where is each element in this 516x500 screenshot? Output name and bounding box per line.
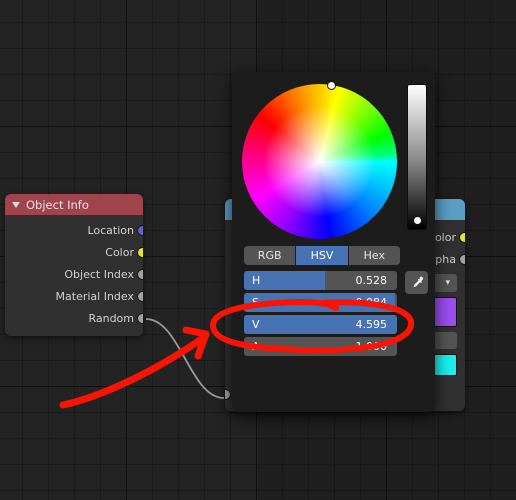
slider-v-label: V (252, 318, 260, 331)
slider-s-value: 0.984 (355, 296, 388, 309)
slider-a-label: A (252, 340, 260, 353)
color-picker-popup[interactable]: RGB HSV Hex H 0.528 S 0.984 V 4.595 A 1.… (232, 72, 435, 412)
slider-a[interactable]: A 1.000 (244, 337, 397, 356)
output-row-random[interactable]: Random (5, 307, 143, 329)
slider-a-value: 1.000 (355, 340, 388, 353)
node-editor-canvas: Col Color Alpha Constant ▾ (0, 0, 516, 500)
socket-fac[interactable] (225, 389, 231, 400)
socket-random[interactable] (137, 313, 143, 324)
socket-object-index[interactable] (137, 269, 143, 280)
socket-material-index[interactable] (137, 291, 143, 302)
output-label-object-index: Object Index (64, 267, 134, 281)
tab-rgb[interactable]: RGB (244, 246, 297, 265)
object-info-header[interactable]: Object Info (5, 194, 143, 215)
output-row-material-index[interactable]: Material Index (5, 285, 143, 307)
chevron-down-icon: ▾ (445, 278, 450, 288)
output-label-random: Random (88, 311, 134, 325)
output-row-location[interactable]: Location (5, 219, 143, 241)
slider-h-label: H (252, 274, 261, 287)
eyedropper-icon (412, 276, 423, 287)
object-info-title: Object Info (26, 197, 89, 212)
value-slider-handle[interactable] (413, 216, 422, 225)
value-slider[interactable] (407, 84, 427, 230)
object-info-body: Location Color Object Index Material Ind… (5, 215, 143, 336)
output-row-color[interactable]: Color (5, 241, 143, 263)
hsva-sliders: H 0.528 S 0.984 V 4.595 A 1.000 (244, 271, 397, 359)
triangle-down-icon[interactable] (12, 201, 20, 208)
output-label-color: Color (105, 245, 134, 259)
color-wheel-cursor[interactable] (327, 81, 336, 90)
output-row-object-index[interactable]: Object Index (5, 263, 143, 285)
socket-color[interactable] (459, 232, 465, 243)
slider-s[interactable]: S 0.984 (244, 293, 397, 312)
slider-h[interactable]: H 0.528 (244, 271, 397, 290)
slider-h-value: 0.528 (355, 274, 388, 287)
slider-v-value: 4.595 (355, 318, 388, 331)
slider-s-label: S (252, 296, 259, 309)
color-mode-tabs[interactable]: RGB HSV Hex (244, 246, 400, 265)
output-label-material-index: Material Index (55, 289, 134, 303)
tab-hex[interactable]: Hex (348, 246, 400, 265)
socket-location[interactable] (137, 225, 143, 236)
eyedropper-button[interactable] (405, 271, 428, 294)
slider-v[interactable]: V 4.595 (244, 315, 397, 334)
tab-hsv[interactable]: HSV (296, 246, 349, 265)
socket-alpha[interactable] (459, 254, 465, 265)
hsv-color-wheel[interactable] (242, 84, 397, 239)
output-label-location: Location (87, 223, 134, 237)
socket-color[interactable] (137, 247, 143, 258)
node-object-info[interactable]: Object Info Location Color Object Index … (5, 194, 143, 336)
